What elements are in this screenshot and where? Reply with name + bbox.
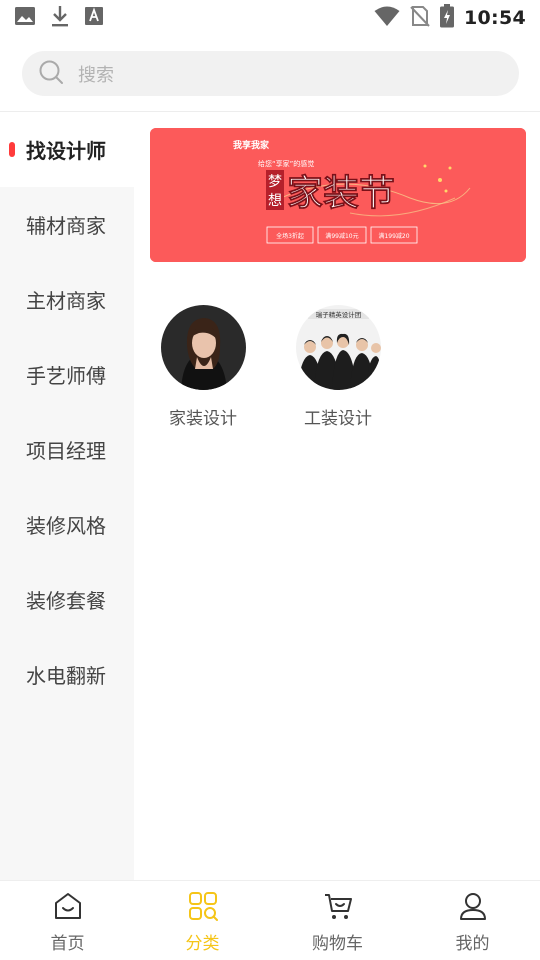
no-sim-icon [410,5,430,31]
search-input[interactable]: 搜索 [22,51,519,96]
banner-title: 家装节 [287,172,395,214]
promo-banner[interactable]: 我享我家 给您“享家”的感觉 梦 想 家装节 全场3折起 满99减10元 满19… [150,128,526,262]
search-bar-container: 搜索 [0,36,540,112]
sidebar-item-label: 装修风格 [26,514,106,538]
category-sidebar: 找设计师 辅材商家 主材商家 手艺师傅 项目经理 装修风格 装修套餐 水电翻新 [0,112,134,880]
nav-home[interactable]: 首页 [0,881,135,960]
home-icon [53,891,83,925]
sidebar-item-decor-package[interactable]: 装修套餐 [0,562,134,637]
category-label: 家装设计 [169,409,237,429]
category-icon [188,891,218,925]
status-left [14,5,104,31]
battery-charging-icon [440,4,455,32]
home-design-photo [160,305,246,390]
banner-tag: 满99减10元 [325,232,358,240]
banner-tag: 满199减20 [378,232,409,240]
font-icon [84,6,104,30]
sidebar-item-auxiliary-materials[interactable]: 辅材商家 [0,187,134,262]
banner-vertical-char-2: 想 [268,193,282,209]
image-icon [14,6,36,30]
banner-sparkle [448,166,452,170]
sidebar-item-designer[interactable]: 找设计师 [0,112,134,187]
category-content: 我享我家 给您“享家”的感觉 梦 想 家装节 全场3折起 满99减10元 满19… [134,112,540,880]
nav-label: 我的 [455,934,490,954]
nav-label: 分类 [185,934,220,954]
category-label: 工装设计 [304,409,372,429]
sidebar-item-label: 找设计师 [26,139,106,163]
banner-sparkle [444,189,448,193]
active-indicator [9,142,15,157]
wifi-icon [374,5,400,31]
banner-tag: 全场3折起 [276,232,304,240]
download-icon [50,5,70,31]
sidebar-item-label: 手艺师傅 [26,364,106,388]
nav-label: 购物车 [312,934,363,954]
nav-cart[interactable]: 购物车 [270,881,405,960]
commercial-design-photo: 瑞子精英设计团 [295,305,381,390]
banner-sparkle [438,178,442,182]
nav-category[interactable]: 分类 [135,881,270,960]
cart-icon [323,891,353,925]
search-placeholder: 搜索 [78,64,114,86]
banner-subtitle: 给您“享家”的感觉 [258,159,314,168]
status-bar: 10:54 [0,0,540,36]
sidebar-item-main-materials[interactable]: 主材商家 [0,262,134,337]
banner-artwork: 我享我家 给您“享家”的感觉 梦 想 家装节 全场3折起 满99减10元 满19… [150,128,526,262]
sidebar-item-decor-style[interactable]: 装修风格 [0,487,134,562]
banner-sparkle [423,164,427,168]
category-home-design[interactable]: 家装设计 [148,305,258,429]
bottom-nav: 首页 分类 购物车 我的 [0,880,540,960]
status-time: 10:54 [464,7,526,29]
sidebar-item-craftsman[interactable]: 手艺师傅 [0,337,134,412]
banner-brand: 我享我家 [233,139,270,151]
banner-vertical-char-1: 梦 [268,174,282,190]
sidebar-item-label: 项目经理 [26,439,106,463]
sidebar-item-project-manager[interactable]: 项目经理 [0,412,134,487]
status-right: 10:54 [374,4,526,32]
profile-icon [458,891,488,925]
sidebar-item-label: 水电翻新 [26,664,106,688]
search-icon [38,59,64,89]
team-photo-caption: 瑞子精英设计团 [315,310,361,319]
sidebar-item-plumbing-renovation[interactable]: 水电翻新 [0,637,134,712]
nav-label: 首页 [50,934,85,954]
category-commercial-design[interactable]: 瑞子精英设计团 工装设计 [283,305,393,429]
sidebar-item-label: 辅材商家 [26,214,106,238]
nav-profile[interactable]: 我的 [405,881,540,960]
sidebar-item-label: 装修套餐 [26,589,106,613]
sidebar-item-label: 主材商家 [26,289,106,313]
